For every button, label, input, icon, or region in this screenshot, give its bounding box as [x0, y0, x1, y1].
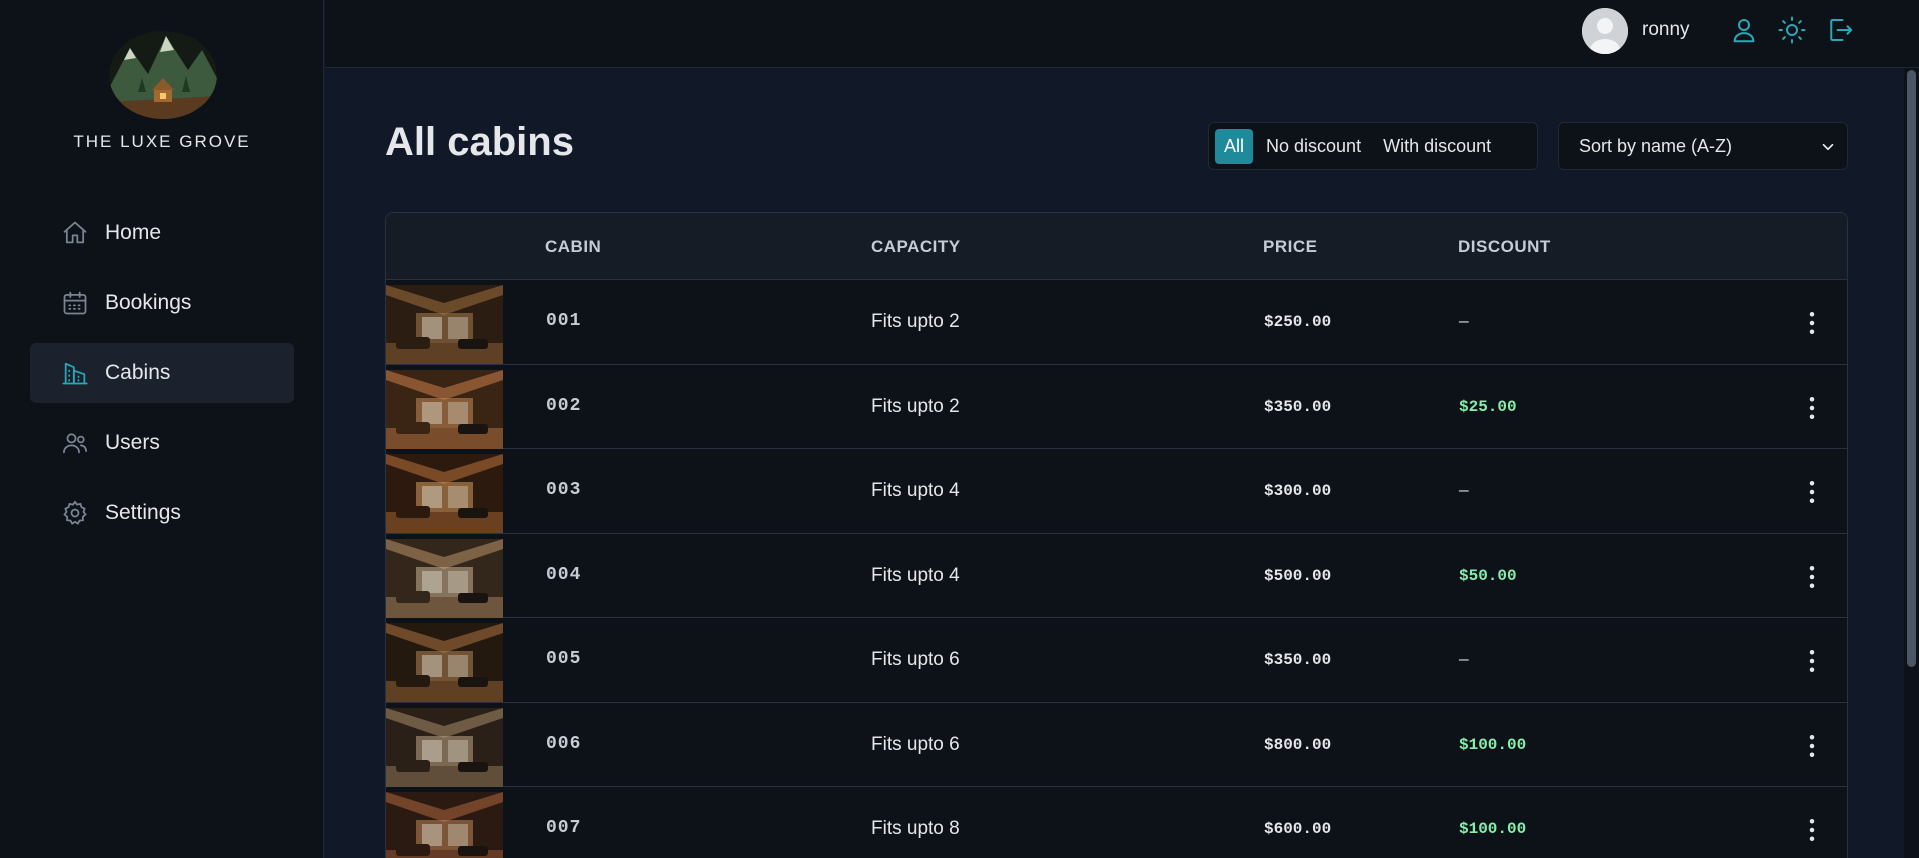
- table-row: 002 Fits upto 2 $350.00 $25.00: [386, 364, 1847, 449]
- page-scrollbar[interactable]: [1904, 68, 1919, 858]
- gear-icon: [63, 500, 87, 525]
- brand-name: THE LUXE GROVE: [73, 132, 251, 151]
- cabin-image: [386, 623, 503, 702]
- brand-logo[interactable]: [108, 30, 218, 120]
- table-row: 003 Fits upto 4 $300.00 —: [386, 449, 1847, 534]
- cabin-capacity: Fits upto 6: [871, 733, 960, 755]
- filter-with-discount-button[interactable]: With discount: [1374, 129, 1500, 164]
- scrollbar-thumb[interactable]: [1907, 70, 1916, 667]
- table-row: 005 Fits upto 6 $350.00 —: [386, 618, 1847, 703]
- sidebar-item-label: Bookings: [105, 291, 192, 314]
- sidebar-item-label: Settings: [105, 501, 181, 524]
- username: ronny: [1642, 19, 1690, 40]
- cabin-price: $350.00: [1264, 397, 1332, 416]
- avatar[interactable]: [1582, 8, 1628, 54]
- sidebar-item-cabins[interactable]: Cabins: [30, 343, 294, 403]
- cabin-capacity: Fits upto 2: [871, 311, 960, 332]
- sort-selected-value: Sort by name (A-Z): [1579, 135, 1733, 156]
- page-title: All cabins: [385, 120, 574, 164]
- cabin-discount: $100.00: [1459, 735, 1527, 754]
- chevron-down-icon: [1822, 143, 1834, 151]
- home-icon: [63, 221, 87, 244]
- filter-all-button[interactable]: All: [1215, 128, 1254, 164]
- cabin-price: $500.00: [1264, 566, 1332, 585]
- cabin-image: [386, 707, 503, 787]
- filter-no-discount-button[interactable]: No discount: [1257, 129, 1370, 164]
- cabin-discount: —: [1459, 651, 1469, 669]
- more-options-icon[interactable]: [1797, 393, 1827, 423]
- cabin-image: [386, 792, 503, 858]
- table-row: 006 Fits upto 6 $800.00 $100.00: [386, 702, 1847, 787]
- more-options-icon[interactable]: [1797, 646, 1827, 676]
- sidebar-item-label: Cabins: [105, 361, 171, 384]
- cabins-table: CABIN CAPACITY PRICE DISCOUNT 001 Fits u…: [385, 212, 1848, 858]
- sidebar-item-bookings[interactable]: Bookings: [30, 273, 294, 333]
- cabin-price: $600.00: [1264, 820, 1332, 838]
- sidebar-item-users[interactable]: Users: [30, 413, 294, 473]
- more-options-icon[interactable]: [1797, 815, 1827, 845]
- cabin-name: 005: [546, 649, 582, 669]
- table-row: 007 Fits upto 8 $600.00 $100.00: [386, 787, 1847, 858]
- cabin-price: $350.00: [1264, 651, 1332, 669]
- cabin-price: $300.00: [1264, 482, 1332, 500]
- column-header-price: PRICE: [1263, 237, 1318, 256]
- buildings-icon: [62, 362, 88, 385]
- column-header-discount: DISCOUNT: [1458, 237, 1551, 256]
- table-row: 004 Fits upto 4 $500.00 $50.00: [386, 533, 1847, 618]
- sidebar-nav: Home Bookings Cabins Users Settings: [30, 203, 294, 553]
- cabin-capacity: Fits upto 2: [871, 395, 960, 417]
- more-options-icon[interactable]: [1797, 308, 1827, 338]
- sidebar-item-label: Home: [105, 221, 162, 244]
- more-options-icon[interactable]: [1797, 731, 1827, 761]
- cabin-name: 006: [546, 733, 582, 754]
- sidebar: THE LUXE GROVE Home Bookings Cabins User…: [0, 0, 324, 858]
- cabin-name: 002: [546, 395, 582, 416]
- cabin-price: $800.00: [1264, 735, 1332, 754]
- column-header-capacity: CAPACITY: [871, 237, 961, 256]
- sort-select[interactable]: Sort by name (A-Z): [1558, 122, 1848, 170]
- table-header: CABIN CAPACITY PRICE DISCOUNT: [386, 213, 1847, 280]
- cabin-image: [386, 285, 503, 364]
- cabin-capacity: Fits upto 8: [871, 818, 960, 839]
- more-options-icon[interactable]: [1797, 477, 1827, 507]
- cabin-discount: $25.00: [1459, 397, 1517, 416]
- calendar-icon: [63, 291, 87, 315]
- user-icon[interactable]: [1729, 15, 1759, 45]
- sidebar-item-label: Users: [105, 431, 160, 454]
- cabin-name: 004: [546, 564, 582, 585]
- more-options-icon[interactable]: [1797, 562, 1827, 592]
- cabin-image: [386, 454, 503, 533]
- discount-filter: All No discount With discount: [1208, 122, 1538, 170]
- cabin-capacity: Fits upto 4: [871, 564, 960, 586]
- cabin-capacity: Fits upto 6: [871, 649, 960, 670]
- cabin-name: 001: [546, 311, 582, 331]
- cabin-image: [386, 369, 503, 449]
- users-icon: [63, 433, 87, 454]
- column-header-cabin: CABIN: [545, 237, 602, 256]
- sun-icon[interactable]: [1777, 15, 1807, 45]
- cabin-capacity: Fits upto 4: [871, 480, 960, 501]
- table-row: 001 Fits upto 2 $250.00 —: [386, 280, 1847, 365]
- cabin-discount: —: [1459, 313, 1469, 331]
- cabin-discount: —: [1459, 482, 1469, 500]
- sidebar-item-home[interactable]: Home: [30, 203, 294, 263]
- table-body: 001 Fits upto 2 $250.00 — 002 Fits upto …: [386, 280, 1847, 858]
- cabin-discount: $50.00: [1459, 566, 1517, 585]
- cabin-name: 007: [546, 818, 582, 838]
- logout-icon[interactable]: [1825, 15, 1855, 45]
- cabin-price: $250.00: [1264, 313, 1332, 331]
- sidebar-item-settings[interactable]: Settings: [30, 483, 294, 543]
- cabin-image: [386, 538, 503, 618]
- cabin-discount: $100.00: [1459, 820, 1527, 838]
- cabin-name: 003: [546, 480, 582, 500]
